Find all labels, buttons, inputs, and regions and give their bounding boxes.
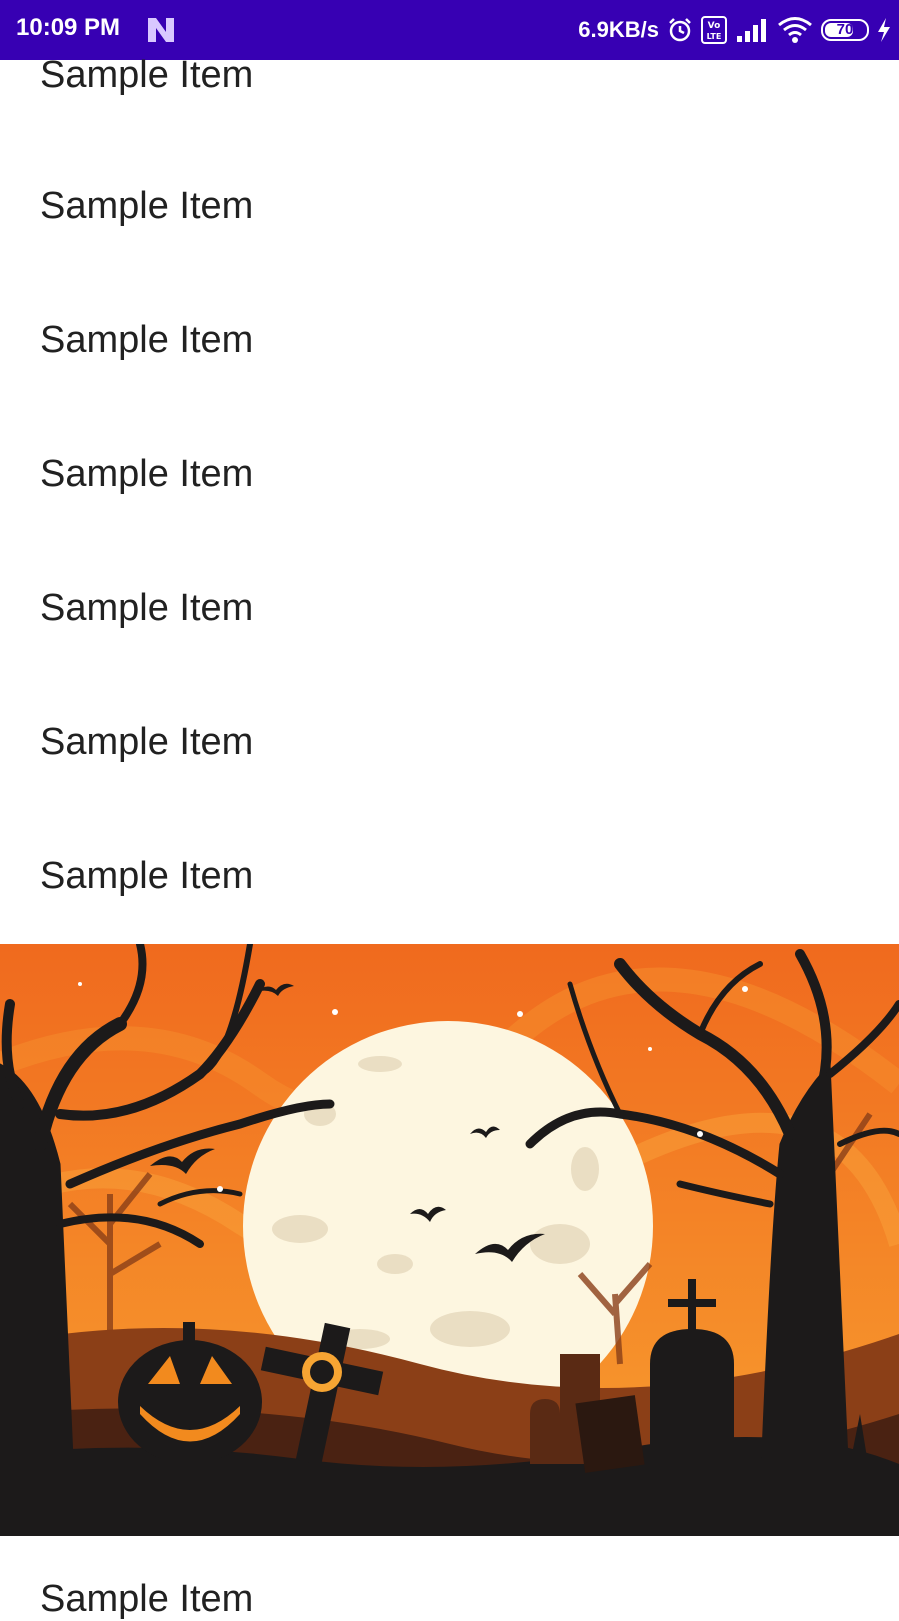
- charging-icon: [878, 18, 890, 42]
- list-item[interactable]: Sample Item: [40, 54, 253, 97]
- list-item[interactable]: Sample Item: [40, 587, 253, 630]
- battery-level: 70: [836, 21, 854, 38]
- svg-text:Vo: Vo: [708, 21, 721, 31]
- list-item[interactable]: Sample Item: [40, 453, 253, 496]
- alarm-icon: [669, 18, 691, 42]
- list-item[interactable]: Sample Item: [40, 185, 253, 228]
- wifi-icon: [778, 17, 812, 43]
- halloween-banner-image: [0, 944, 899, 1536]
- list-item[interactable]: Sample Item: [40, 855, 253, 898]
- n-app-icon: [148, 18, 174, 42]
- status-time: 10:09 PM: [16, 14, 121, 41]
- signal-icon: [737, 19, 766, 42]
- list-item[interactable]: Sample Item: [40, 721, 253, 764]
- status-icons: 6.9KB/s Vo LTE 70: [578, 10, 891, 50]
- volte-icon: Vo LTE: [701, 16, 727, 44]
- network-speed: 6.9KB/s: [578, 17, 659, 42]
- status-bar: 10:09 PM 6.9KB/s Vo LTE 70: [0, 0, 899, 60]
- svg-text:LTE: LTE: [707, 32, 722, 41]
- list-item[interactable]: Sample Item: [40, 319, 253, 362]
- battery-icon: 70: [821, 19, 869, 41]
- list-item[interactable]: Sample Item: [40, 1578, 253, 1621]
